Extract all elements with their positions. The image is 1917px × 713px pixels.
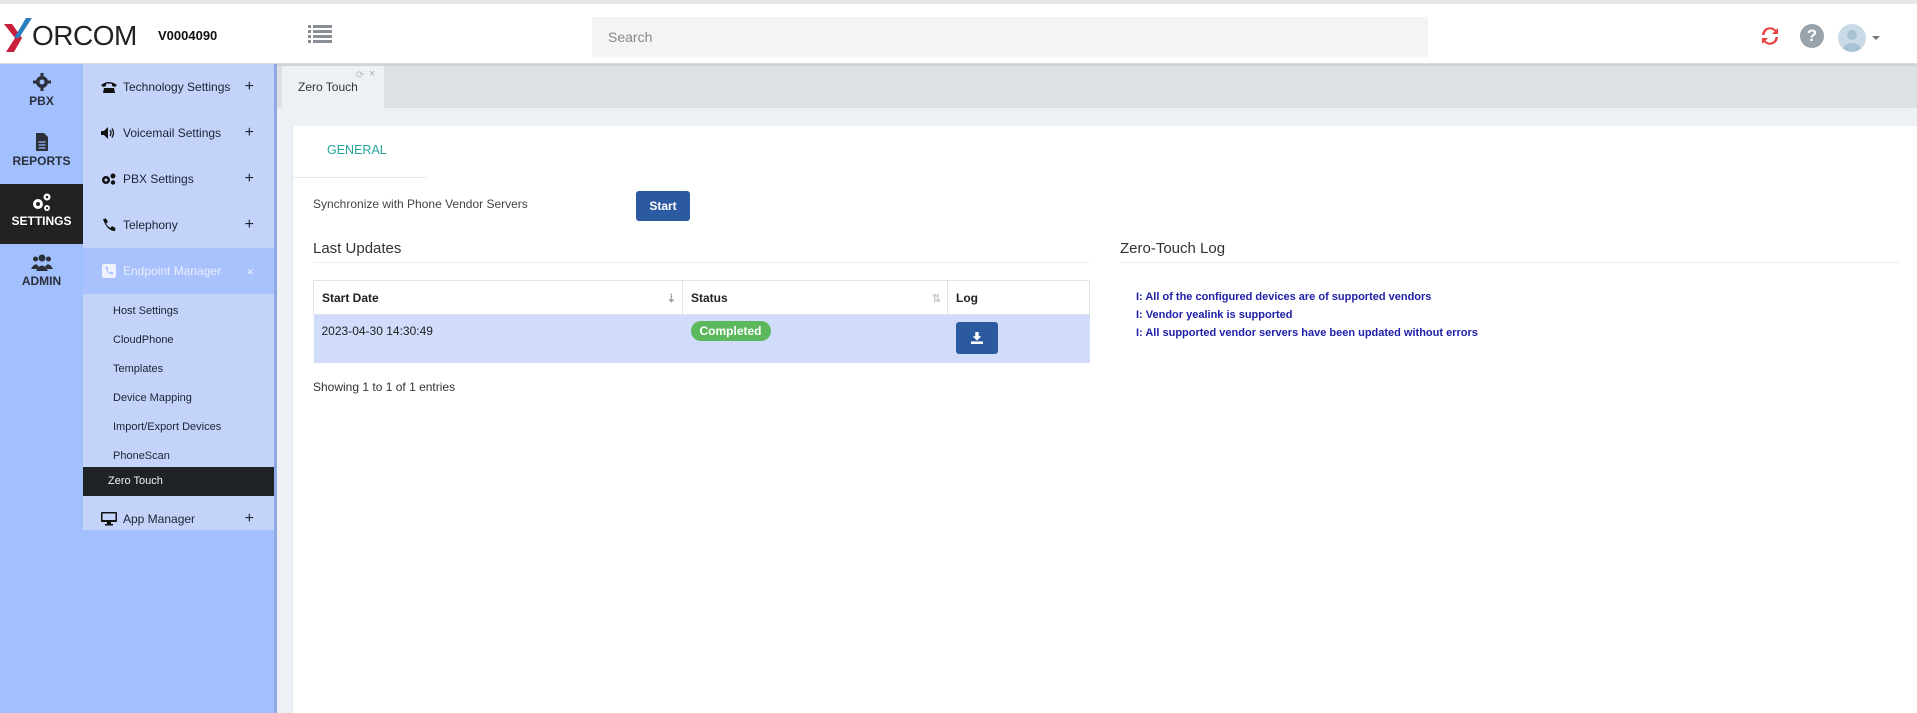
rail-item-settings[interactable]: SETTINGS <box>0 184 83 244</box>
subnav-label: Endpoint Manager <box>123 264 222 278</box>
start-button[interactable]: Start <box>636 191 690 221</box>
page-tab-bar: Zero Touch ⟳ × <box>277 64 1917 110</box>
volume-icon <box>100 127 118 139</box>
subnav-item-pbx-settings[interactable]: PBX Settings + <box>83 156 274 202</box>
user-avatar-icon[interactable] <box>1838 24 1866 52</box>
rail-item-admin[interactable]: ADMIN <box>0 244 83 304</box>
subnav-label: Technology Settings <box>123 80 231 94</box>
last-updates-title: Last Updates <box>313 240 402 257</box>
subnav-child-host-settings[interactable]: Host Settings <box>83 297 274 326</box>
subnav-child-cloudphone[interactable]: CloudPhone <box>83 326 274 355</box>
subnav-child-device-mapping[interactable]: Device Mapping <box>83 384 274 413</box>
close-icon[interactable]: × <box>369 68 375 80</box>
xorcom-logo[interactable]: ORCOM <box>4 18 137 54</box>
subnav-item-app-manager[interactable]: App Manager + <box>83 496 274 542</box>
desktop-icon <box>100 512 118 526</box>
sort-icon[interactable]: ⇅ <box>932 292 941 305</box>
caret-down-icon[interactable] <box>1872 36 1880 40</box>
brand-name: ORCOM <box>32 20 137 51</box>
version-label: V0004090 <box>158 28 218 43</box>
subnav-item-technology-settings[interactable]: Technology Settings + <box>83 64 274 110</box>
rail-label: PBX <box>29 94 54 108</box>
rail-label: SETTINGS <box>11 214 72 228</box>
subnav-label: PBX Settings <box>123 172 194 186</box>
zero-touch-log-title: Zero-Touch Log <box>1120 240 1226 257</box>
help-icon[interactable]: ? <box>1800 24 1824 48</box>
column-label: Log <box>956 290 978 305</box>
table-row[interactable]: 2023-04-30 14:30:49 Completed <box>313 314 1090 363</box>
cell-start-date: 2023-04-30 14:30:49 <box>313 314 683 363</box>
rail-item-reports[interactable]: REPORTS <box>0 124 83 184</box>
sort-desc-icon[interactable]: ⇣ <box>667 292 676 305</box>
phone-icon <box>100 81 118 93</box>
column-label: Start Date <box>322 290 379 305</box>
subnav-child-import-export-devices[interactable]: Import/Export Devices <box>83 413 274 442</box>
cell-status: Completed <box>682 314 948 363</box>
last-updates-table: Start Date ⇣ Status ⇅ Log 2023-04-30 14:… <box>313 280 1090 363</box>
reload-icon[interactable]: ⟳ <box>356 70 364 81</box>
subnav-label: App Manager <box>123 512 196 526</box>
tab-zero-touch[interactable]: Zero Touch ⟳ × <box>282 66 384 110</box>
section-divider <box>313 262 1090 263</box>
column-header-log: Log <box>947 280 1090 315</box>
rail-label: REPORTS <box>12 154 71 168</box>
table-header-row: Start Date ⇣ Status ⇅ Log <box>313 280 1090 315</box>
subnav-label: Voicemail Settings <box>123 126 222 140</box>
log-line: I: All of the configured devices are of … <box>1136 291 1432 303</box>
download-log-button[interactable] <box>955 322 998 354</box>
sync-label: Synchronize with Phone Vendor Servers <box>313 197 528 211</box>
column-header-status[interactable]: Status ⇅ <box>682 280 948 315</box>
column-label: Status <box>691 290 728 305</box>
gears-icon <box>32 193 50 211</box>
table-info: Showing 1 to 1 of 1 entries <box>313 380 456 394</box>
expand-plus-icon[interactable]: + <box>245 78 254 96</box>
users-icon <box>30 254 53 271</box>
settings-subnav: Technology Settings + Voicemail Settings… <box>83 64 274 713</box>
status-badge: Completed <box>690 321 771 341</box>
rail-item-pbx[interactable]: PBX <box>0 64 83 124</box>
gear-icon <box>32 73 51 91</box>
tab-general[interactable]: GENERAL <box>293 126 427 178</box>
handset-icon <box>100 218 118 232</box>
expand-plus-icon[interactable]: + <box>245 170 254 188</box>
tab-general-label: GENERAL <box>327 143 387 157</box>
log-line: I: Vendor yealink is supported <box>1136 309 1293 321</box>
refresh-icon[interactable] <box>1758 24 1782 48</box>
expand-plus-icon[interactable]: + <box>245 124 254 142</box>
section-divider <box>1120 262 1900 263</box>
phone-square-icon <box>100 264 118 278</box>
zero-touch-panel: GENERAL Synchronize with Phone Vendor Se… <box>291 126 1917 713</box>
rail-label: ADMIN <box>21 274 62 288</box>
tab-label: Zero Touch <box>298 80 358 94</box>
menu-list-icon[interactable] <box>308 24 332 44</box>
subnav-item-endpoint-manager[interactable]: Endpoint Manager × <box>83 248 274 294</box>
subnav-item-telephony[interactable]: Telephony + <box>83 202 274 248</box>
logo-x-icon <box>4 18 32 52</box>
subnav-child-zero-touch[interactable]: Zero Touch <box>83 467 274 496</box>
expand-plus-icon[interactable]: + <box>245 510 254 528</box>
column-header-start-date[interactable]: Start Date ⇣ <box>313 280 683 315</box>
collapse-close-icon[interactable]: × <box>246 264 254 279</box>
subnav-child-templates[interactable]: Templates <box>83 355 274 384</box>
subnav-item-voicemail-settings[interactable]: Voicemail Settings + <box>83 110 274 156</box>
subnav-label: Telephony <box>123 218 178 232</box>
search-input[interactable] <box>592 17 1428 57</box>
content-area: Zero Touch ⟳ × GENERAL Synchronize with … <box>277 64 1917 713</box>
document-icon <box>35 133 48 151</box>
gears-icon <box>100 173 118 185</box>
cell-log <box>947 314 1090 363</box>
download-icon <box>970 332 983 344</box>
log-line: I: All supported vendor servers have bee… <box>1136 327 1478 339</box>
main-rail: PBX REPORTS SETTINGS ADMIN <box>0 64 83 713</box>
expand-plus-icon[interactable]: + <box>245 216 254 234</box>
top-bar: ORCOM V0004090 ? <box>0 0 1917 64</box>
